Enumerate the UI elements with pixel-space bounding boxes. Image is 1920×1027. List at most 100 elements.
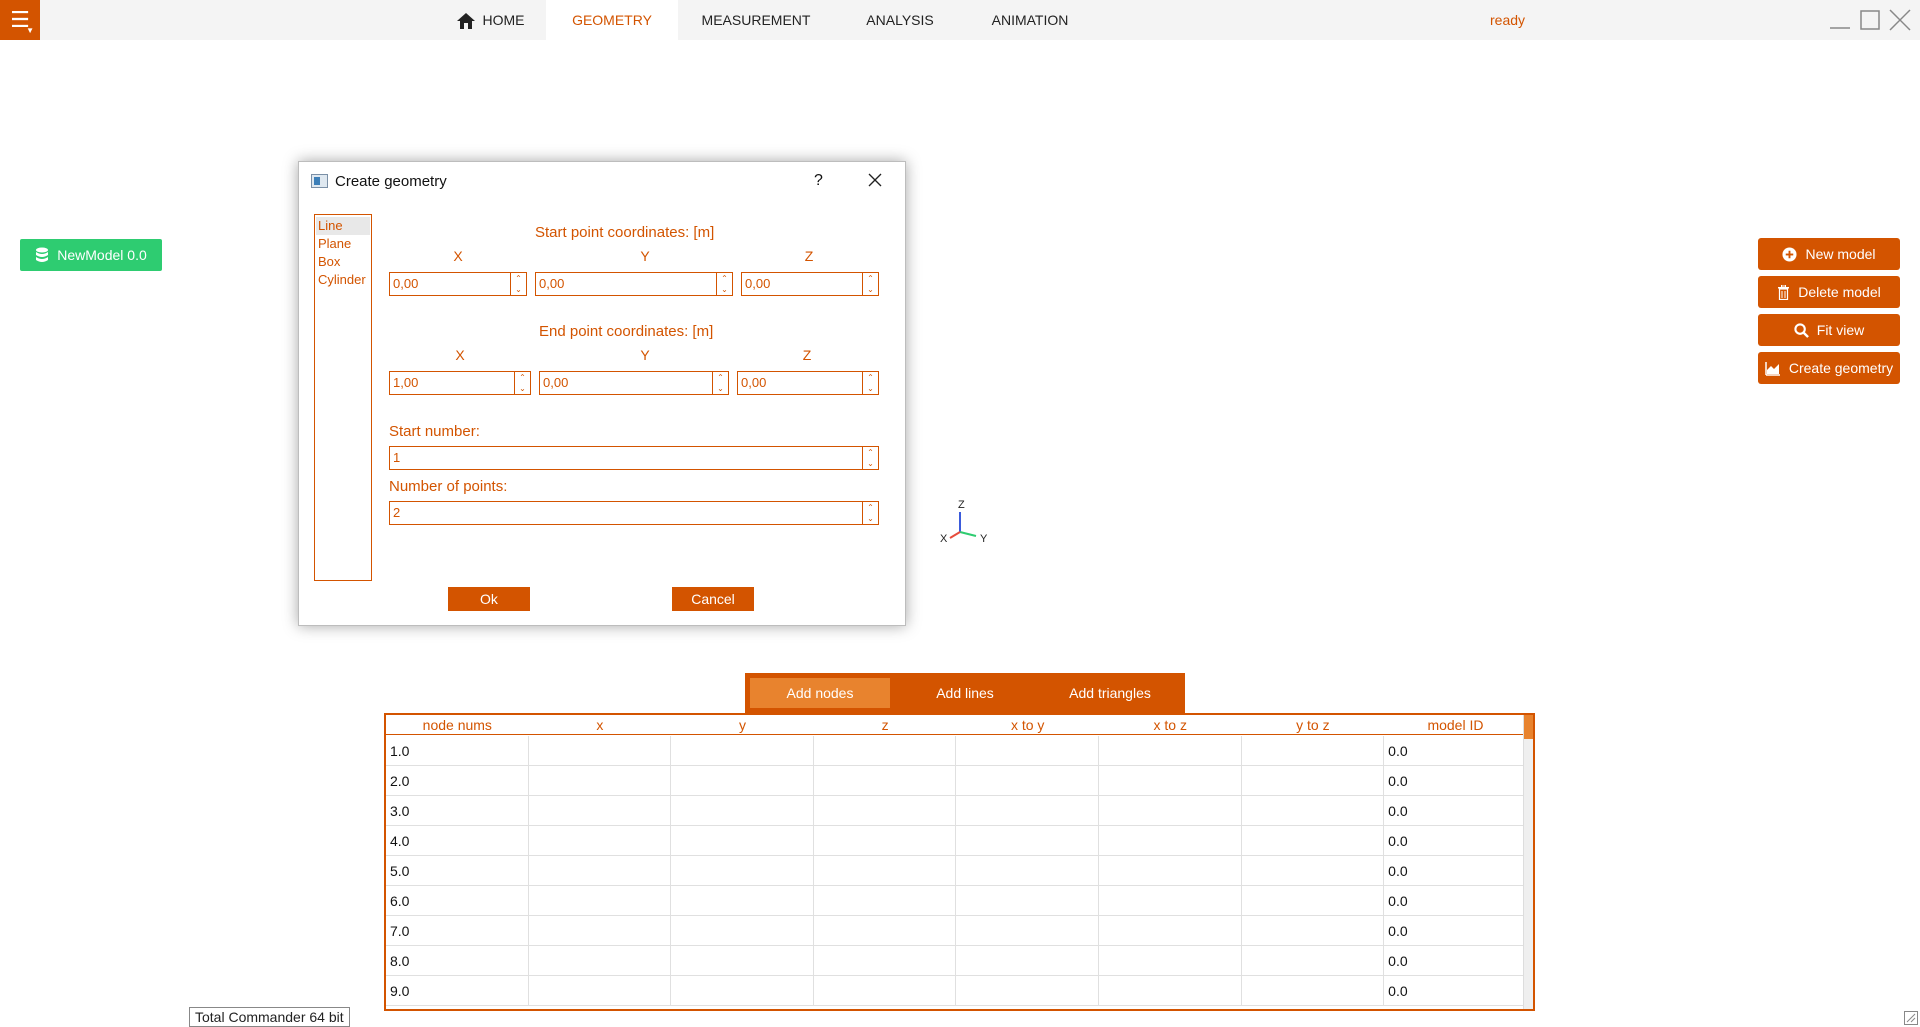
end-y-input[interactable]: 0,00 ⌃ ⌄ — [539, 371, 729, 395]
table-cell[interactable] — [956, 976, 1099, 1005]
tab-animation[interactable]: ANIMATION — [970, 0, 1090, 40]
table-cell[interactable] — [671, 766, 814, 795]
table-cell[interactable]: 0.0 — [1384, 856, 1527, 885]
table-cell[interactable]: 0.0 — [1384, 886, 1527, 915]
table-cell[interactable]: 0.0 — [1384, 736, 1527, 765]
table-row[interactable]: 7.0 0.0 — [386, 916, 1527, 946]
table-cell[interactable] — [814, 856, 957, 885]
table-cell[interactable] — [529, 796, 672, 825]
end-z-stepper[interactable]: ⌃ ⌄ — [862, 372, 878, 394]
minimize-icon[interactable] — [1828, 8, 1852, 32]
table-cell[interactable] — [529, 886, 672, 915]
table-scrollbar[interactable] — [1523, 715, 1533, 1009]
tab-add-nodes[interactable]: Add nodes — [750, 678, 890, 708]
table-cell[interactable] — [529, 976, 672, 1005]
table-cell[interactable] — [671, 916, 814, 945]
table-cell[interactable] — [1099, 856, 1242, 885]
maximize-icon[interactable] — [1858, 8, 1882, 32]
start-z-stepper[interactable]: ⌃ ⌄ — [862, 273, 878, 295]
table-cell[interactable] — [529, 826, 672, 855]
close-icon[interactable] — [1888, 8, 1912, 32]
column-header[interactable]: x to y — [956, 715, 1099, 734]
table-cell[interactable]: 5.0 — [386, 856, 529, 885]
table-cell[interactable] — [529, 736, 672, 765]
table-cell[interactable]: 1.0 — [386, 736, 529, 765]
table-cell[interactable] — [956, 826, 1099, 855]
table-cell[interactable] — [814, 796, 957, 825]
table-cell[interactable]: 0.0 — [1384, 826, 1527, 855]
table-cell[interactable]: 7.0 — [386, 916, 529, 945]
column-header[interactable]: z — [814, 715, 957, 734]
table-cell[interactable] — [1242, 796, 1385, 825]
shape-item-line[interactable]: Line — [316, 217, 370, 235]
end-z-input[interactable]: 0,00 ⌃ ⌄ — [737, 371, 879, 395]
table-cell[interactable]: 8.0 — [386, 946, 529, 975]
shape-item-cylinder[interactable]: Cylinder — [316, 271, 370, 289]
column-header[interactable]: y to z — [1242, 715, 1385, 734]
create-geometry-button[interactable]: Create geometry — [1758, 352, 1900, 384]
column-header[interactable]: x — [529, 715, 672, 734]
end-x-stepper[interactable]: ⌃ ⌄ — [514, 372, 530, 394]
table-cell[interactable] — [529, 856, 672, 885]
table-row[interactable]: 8.0 0.0 — [386, 946, 1527, 976]
table-row[interactable]: 4.0 0.0 — [386, 826, 1527, 856]
table-cell[interactable] — [956, 766, 1099, 795]
table-cell[interactable] — [671, 886, 814, 915]
column-header[interactable]: x to z — [1099, 715, 1242, 734]
table-cell[interactable] — [814, 736, 957, 765]
table-cell[interactable] — [956, 736, 1099, 765]
table-cell[interactable] — [814, 826, 957, 855]
table-cell[interactable] — [671, 826, 814, 855]
table-cell[interactable] — [1099, 736, 1242, 765]
start-number-input[interactable]: 1 ⌃ ⌄ — [389, 446, 879, 470]
column-header[interactable]: y — [671, 715, 814, 734]
start-x-stepper[interactable]: ⌃ ⌄ — [510, 273, 526, 295]
menu-button[interactable]: ☰ ▼ — [0, 0, 40, 40]
delete-model-button[interactable]: Delete model — [1758, 276, 1900, 308]
scrollbar-thumb[interactable] — [1524, 715, 1533, 739]
table-cell[interactable] — [671, 736, 814, 765]
start-z-input[interactable]: 0,00 ⌃ ⌄ — [741, 272, 879, 296]
table-cell[interactable] — [1242, 736, 1385, 765]
table-cell[interactable]: 4.0 — [386, 826, 529, 855]
tab-geometry[interactable]: GEOMETRY — [546, 0, 678, 40]
table-cell[interactable] — [1242, 946, 1385, 975]
table-cell[interactable] — [671, 796, 814, 825]
start-number-stepper[interactable]: ⌃ ⌄ — [862, 447, 878, 469]
table-cell[interactable] — [1099, 976, 1242, 1005]
table-cell[interactable] — [1099, 886, 1242, 915]
table-cell[interactable] — [529, 916, 672, 945]
fit-view-button[interactable]: Fit view — [1758, 314, 1900, 346]
table-cell[interactable]: 2.0 — [386, 766, 529, 795]
table-cell[interactable] — [814, 766, 957, 795]
table-cell[interactable] — [956, 796, 1099, 825]
shape-item-box[interactable]: Box — [316, 253, 370, 271]
table-cell[interactable] — [814, 946, 957, 975]
table-cell[interactable]: 3.0 — [386, 796, 529, 825]
tab-analysis[interactable]: ANALYSIS — [845, 0, 955, 40]
table-cell[interactable] — [671, 856, 814, 885]
table-row[interactable]: 3.0 0.0 — [386, 796, 1527, 826]
table-cell[interactable] — [1242, 976, 1385, 1005]
table-cell[interactable] — [1242, 826, 1385, 855]
table-cell[interactable]: 0.0 — [1384, 916, 1527, 945]
table-cell[interactable] — [1099, 916, 1242, 945]
table-cell[interactable] — [529, 766, 672, 795]
table-cell[interactable] — [671, 976, 814, 1005]
table-cell[interactable]: 0.0 — [1384, 946, 1527, 975]
end-y-stepper[interactable]: ⌃ ⌄ — [712, 372, 728, 394]
table-row[interactable]: 9.0 0.0 — [386, 976, 1527, 1006]
table-row[interactable]: 6.0 0.0 — [386, 886, 1527, 916]
num-points-stepper[interactable]: ⌃ ⌄ — [862, 502, 878, 524]
table-row[interactable]: 2.0 0.0 — [386, 766, 1527, 796]
table-cell[interactable] — [1099, 766, 1242, 795]
tab-add-lines[interactable]: Add lines — [895, 678, 1035, 708]
table-cell[interactable] — [956, 856, 1099, 885]
table-cell[interactable] — [671, 946, 814, 975]
table-cell[interactable]: 6.0 — [386, 886, 529, 915]
table-cell[interactable] — [956, 946, 1099, 975]
close-icon[interactable] — [866, 171, 884, 189]
table-cell[interactable] — [1099, 946, 1242, 975]
start-y-input[interactable]: 0,00 ⌃ ⌄ — [535, 272, 733, 296]
table-cell[interactable] — [814, 886, 957, 915]
